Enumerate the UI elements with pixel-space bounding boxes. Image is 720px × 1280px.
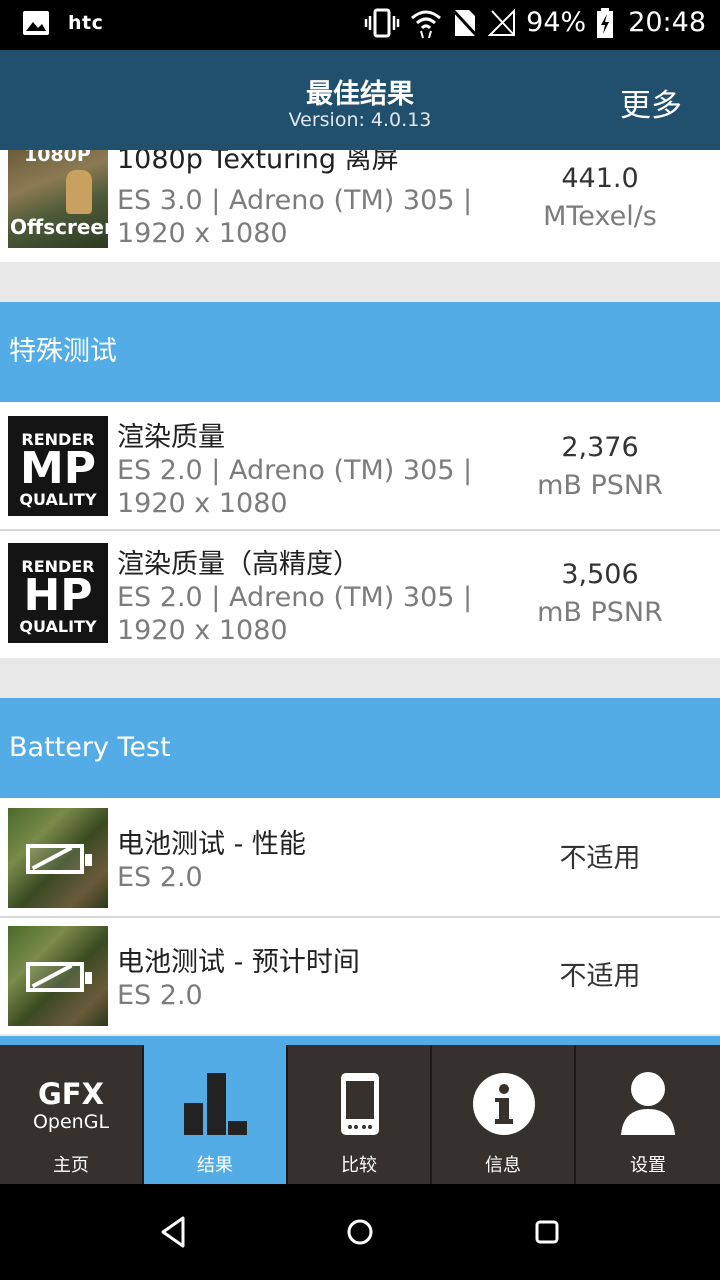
battery-thumbnail bbox=[8, 926, 108, 1026]
test-score: 3,506 mB PSNR bbox=[500, 556, 700, 632]
bar-chart-icon bbox=[184, 1073, 247, 1135]
tab-settings[interactable]: 设置 bbox=[576, 1045, 720, 1184]
battery-charging-icon bbox=[597, 7, 614, 38]
bottom-tab-bar: GFX OpenGL 主页 结果 比较 信息 设置 bbox=[0, 1036, 720, 1184]
app-header: 最佳结果 Version: 4.0.13 更多 bbox=[0, 50, 720, 150]
render-mp-thumbnail: RENDER MP QUALITY bbox=[8, 416, 108, 516]
page-title: 最佳结果 bbox=[306, 79, 414, 110]
test-detail: 1920 x 1080 bbox=[117, 488, 288, 519]
tab-results[interactable]: 结果 bbox=[144, 1045, 288, 1184]
test-name: 1080p Texturing 离屏 bbox=[117, 150, 399, 175]
test-name: 渲染质量（高精度） bbox=[117, 549, 360, 580]
test-detail: ES 2.0 bbox=[117, 980, 203, 1011]
render-hp-thumbnail: RENDER HP QUALITY bbox=[8, 543, 108, 643]
tab-label: 比较 bbox=[341, 1155, 377, 1176]
tab-home[interactable]: GFX OpenGL 主页 bbox=[0, 1045, 144, 1184]
tab-label: 设置 bbox=[630, 1155, 666, 1176]
thumb-caption: HP bbox=[23, 570, 93, 621]
tab-info[interactable]: 信息 bbox=[432, 1045, 576, 1184]
score-unit: MTexel/s bbox=[543, 201, 657, 232]
list-item[interactable]: RENDER MP QUALITY 渲染质量 ES 2.0 | Adreno (… bbox=[0, 402, 720, 529]
test-detail: ES 2.0 bbox=[117, 862, 203, 893]
status-bar: htc 94% 20:48 bbox=[0, 0, 720, 50]
score-unit: mB PSNR bbox=[537, 470, 663, 501]
battery-percent: 94% bbox=[526, 7, 587, 38]
vibrate-icon bbox=[364, 8, 400, 37]
test-name: 电池测试 - 性能 bbox=[117, 829, 306, 860]
section-header-battery: Battery Test bbox=[0, 698, 720, 798]
tab-label: 结果 bbox=[197, 1155, 233, 1176]
thumb-caption: QUALITY bbox=[19, 490, 97, 509]
score-value: 2,376 bbox=[561, 432, 639, 463]
test-detail: ES 3.0 | Adreno (TM) 305 | bbox=[117, 185, 473, 216]
battery-icon bbox=[26, 844, 92, 874]
tab-compare[interactable]: 比较 bbox=[288, 1045, 432, 1184]
battery-icon bbox=[26, 962, 92, 992]
version-label: Version: 4.0.13 bbox=[288, 109, 432, 131]
logo-subtext: OpenGL bbox=[32, 1111, 110, 1133]
no-sim-icon bbox=[452, 8, 479, 37]
clock: 20:48 bbox=[628, 7, 706, 38]
thumb-caption: QUALITY bbox=[19, 617, 97, 636]
list-item[interactable]: 电池测试 - 预计时间 ES 2.0 不适用 bbox=[0, 918, 720, 1034]
home-icon[interactable] bbox=[340, 1214, 380, 1250]
test-detail: 1920 x 1080 bbox=[117, 218, 288, 249]
logo-text: GFX bbox=[38, 1077, 104, 1111]
image-icon bbox=[23, 11, 49, 35]
score-value: 441.0 bbox=[561, 163, 639, 194]
test-score: 441.0 MTexel/s bbox=[500, 160, 700, 236]
score-unit: mB PSNR bbox=[537, 597, 663, 628]
gfx-logo-icon: GFX OpenGL bbox=[0, 1069, 142, 1139]
score-value: 3,506 bbox=[561, 559, 639, 590]
texturing-thumbnail: 1080P Offscreen bbox=[8, 150, 108, 248]
test-name: 电池测试 - 预计时间 bbox=[117, 947, 360, 978]
test-score: 不适用 bbox=[559, 961, 641, 992]
character-figure bbox=[66, 170, 92, 214]
wifi-icon bbox=[411, 10, 442, 38]
test-detail: ES 2.0 | Adreno (TM) 305 | bbox=[117, 582, 473, 613]
thumb-caption: Offscreen bbox=[10, 215, 108, 239]
section-header-special: 特殊测试 bbox=[0, 302, 720, 402]
carrier-brand: htc bbox=[68, 12, 104, 34]
tab-label: 信息 bbox=[485, 1155, 521, 1176]
tab-label: 主页 bbox=[53, 1155, 89, 1176]
test-name: 渲染质量 bbox=[117, 422, 225, 453]
battery-thumbnail bbox=[8, 808, 108, 908]
recents-icon[interactable] bbox=[527, 1214, 567, 1250]
phone-icon bbox=[341, 1073, 379, 1135]
app-screen: htc 94% 20:48 最佳结果 Version: 4.0.13 更多 10… bbox=[0, 0, 720, 1280]
test-score: 不适用 bbox=[559, 843, 641, 874]
list-item[interactable]: 1080P Offscreen 1080p Texturing 离屏 ES 3.… bbox=[0, 150, 720, 262]
signal-icon bbox=[488, 8, 516, 36]
info-icon bbox=[473, 1073, 535, 1135]
thumb-caption: MP bbox=[19, 443, 97, 494]
system-navigation-bar bbox=[0, 1184, 720, 1280]
results-list[interactable]: 1080P Offscreen 1080p Texturing 离屏 ES 3.… bbox=[0, 150, 720, 1044]
test-detail: 1920 x 1080 bbox=[117, 615, 288, 646]
user-icon bbox=[621, 1072, 675, 1135]
more-button[interactable]: 更多 bbox=[620, 80, 682, 125]
list-item[interactable]: RENDER HP QUALITY 渲染质量（高精度） ES 2.0 | Adr… bbox=[0, 531, 720, 658]
list-item[interactable]: 电池测试 - 性能 ES 2.0 不适用 bbox=[0, 798, 720, 916]
back-icon[interactable] bbox=[155, 1214, 195, 1250]
thumb-caption: 1080P bbox=[24, 150, 91, 166]
test-score: 2,376 mB PSNR bbox=[500, 429, 700, 505]
test-detail: ES 2.0 | Adreno (TM) 305 | bbox=[117, 455, 473, 486]
